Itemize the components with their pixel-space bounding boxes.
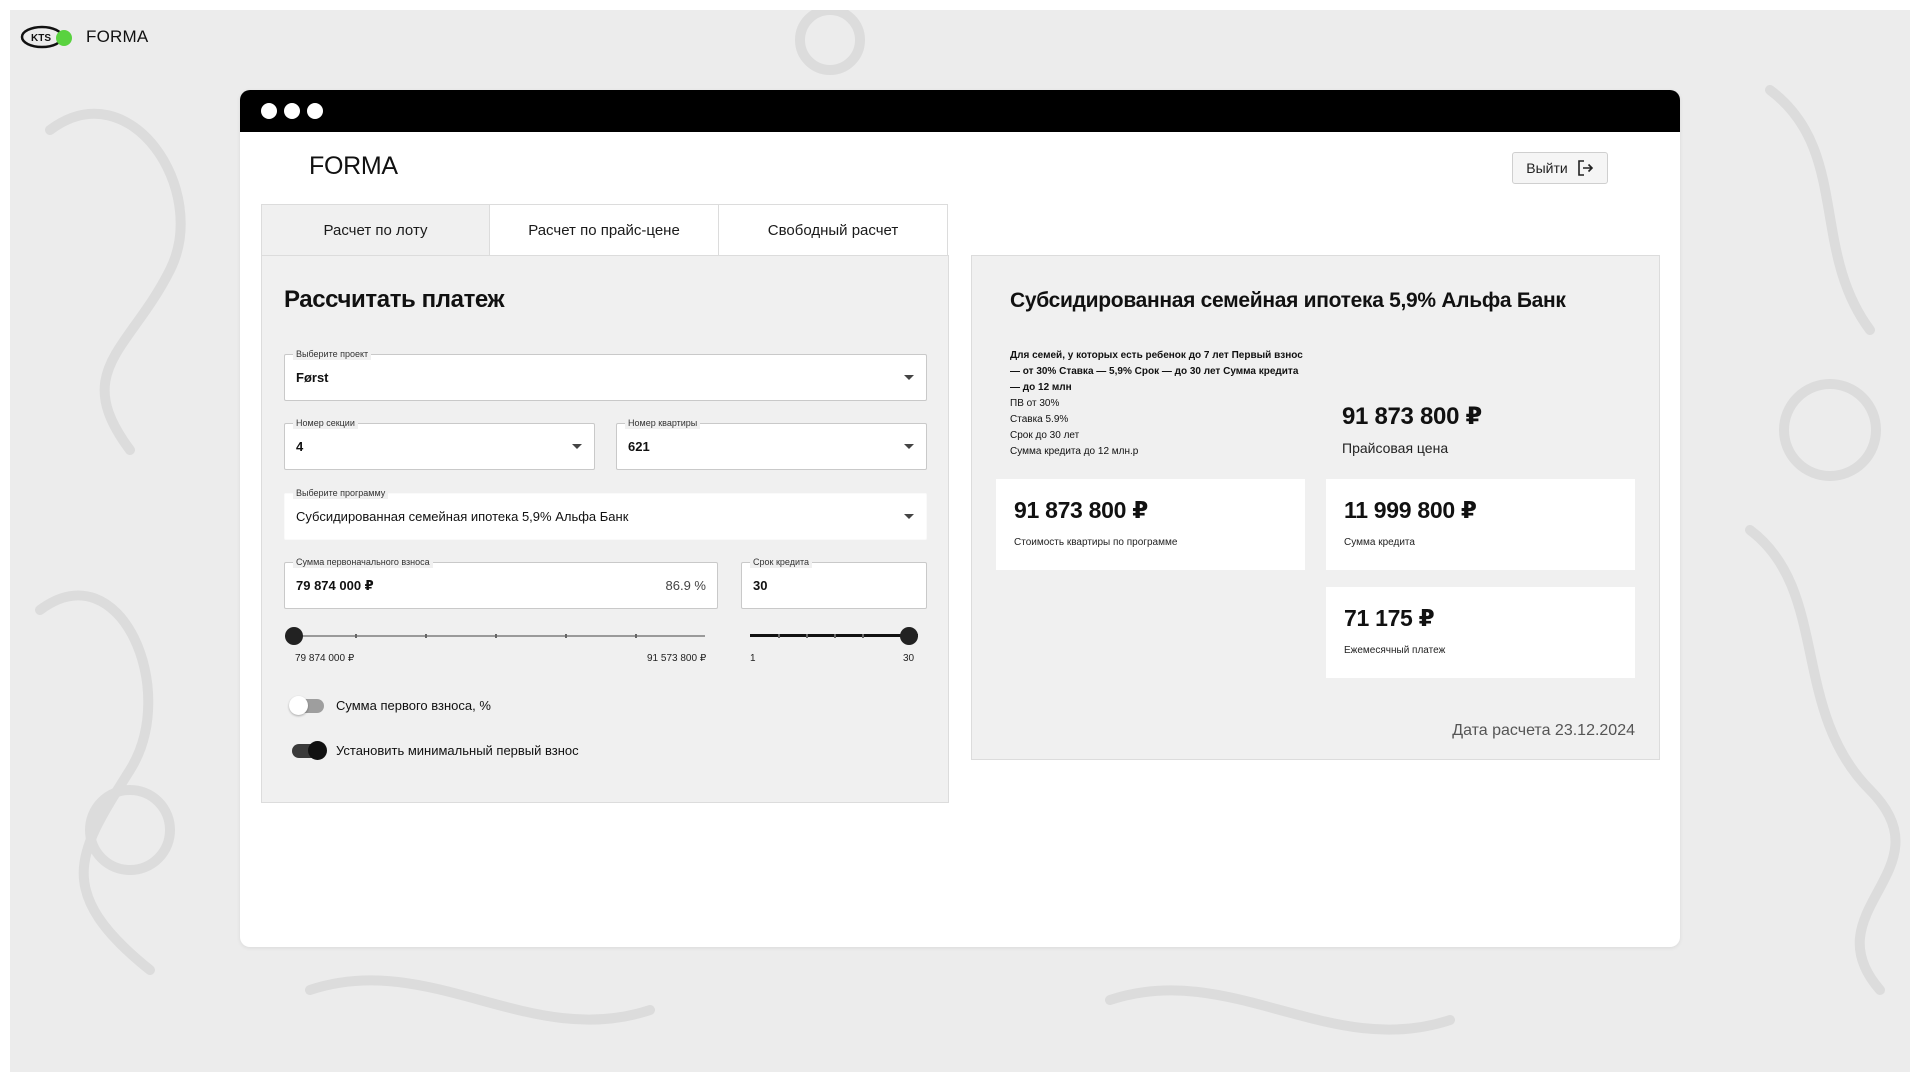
apartment-select[interactable]: Номер квартиры 621 bbox=[616, 417, 927, 470]
chevron-down-icon bbox=[904, 444, 914, 449]
program-condition: Срок до 30 лет bbox=[1010, 430, 1080, 441]
slider-tick bbox=[778, 634, 780, 638]
down-payment-value: 79 874 000 ₽ bbox=[296, 578, 374, 593]
slider-tick bbox=[635, 634, 637, 638]
apartment-legend: Номер квартиры bbox=[625, 417, 701, 429]
term-slider[interactable] bbox=[750, 626, 918, 646]
logout-button[interactable]: Выйти bbox=[1512, 152, 1608, 184]
percent-toggle-label: Сумма первого взноса, % bbox=[336, 698, 491, 713]
slider-tick bbox=[495, 634, 497, 638]
chevron-down-icon bbox=[904, 375, 914, 380]
card-label: Сумма кредита bbox=[1344, 537, 1415, 548]
section-select[interactable]: Номер секции 4 bbox=[284, 417, 595, 470]
slider-tick bbox=[862, 634, 864, 638]
program-condition: ПВ от 30% bbox=[1010, 398, 1060, 409]
tab-lot[interactable]: Расчет по лоту bbox=[261, 204, 490, 256]
logout-icon bbox=[1577, 160, 1593, 176]
section-value: 4 bbox=[296, 439, 304, 454]
toggle-percent-row: Сумма первого взноса, % bbox=[289, 695, 491, 715]
program-select[interactable]: Выберите программу Субсидированная семей… bbox=[284, 487, 927, 540]
term-value: 30 bbox=[753, 578, 768, 593]
window-dot-icon[interactable] bbox=[284, 103, 300, 119]
slider-tick bbox=[355, 634, 357, 638]
down-payment-percent: 86.9 % bbox=[665, 578, 706, 593]
slider-thumb[interactable] bbox=[900, 627, 918, 645]
program-description: Для семей, у которых есть ребенок до 7 л… bbox=[1010, 348, 1310, 460]
form-title: Рассчитать платеж bbox=[284, 286, 505, 313]
min-payment-toggle[interactable] bbox=[292, 740, 327, 760]
term-legend: Срок кредита bbox=[750, 556, 813, 568]
tab-price[interactable]: Расчет по прайс-цене bbox=[490, 204, 719, 256]
svg-text:KTS: KTS bbox=[31, 33, 51, 44]
down-payment-input[interactable]: Сумма первоначального взноса 79 874 000 … bbox=[284, 556, 718, 609]
app-window: FORMA Выйти Расчет по лоту Расчет по пра… bbox=[240, 90, 1680, 947]
project-legend: Выберите проект bbox=[293, 348, 372, 360]
project-value: Først bbox=[296, 370, 329, 385]
list-price-amount: 91 873 800 ₽ bbox=[1342, 403, 1482, 430]
min-payment-toggle-label: Установить минимальный первый взнос bbox=[336, 743, 579, 758]
percent-toggle[interactable] bbox=[289, 695, 324, 715]
slider-thumb[interactable] bbox=[285, 627, 303, 645]
program-value: Субсидированная семейная ипотека 5,9% Ал… bbox=[296, 509, 629, 524]
result-panel: Субсидированная семейная ипотека 5,9% Ал… bbox=[971, 255, 1660, 760]
program-description-bold: Для семей, у которых есть ребенок до 7 л… bbox=[1010, 350, 1303, 393]
apartment-cost-card: 91 873 800 ₽ Стоимость квартиры по прогр… bbox=[996, 479, 1305, 570]
monthly-payment-card: 71 175 ₽ Ежемесячный платеж bbox=[1326, 587, 1635, 678]
term-slider-max: 30 bbox=[903, 653, 915, 664]
program-legend: Выберите программу bbox=[293, 487, 389, 499]
kts-logo-icon: KTS bbox=[20, 25, 72, 49]
toggle-min-row: Установить минимальный первый взнос bbox=[292, 740, 579, 760]
down-payment-slider[interactable] bbox=[285, 626, 705, 646]
slider-tick bbox=[565, 634, 567, 638]
window-dot-icon[interactable] bbox=[307, 103, 323, 119]
toggle-knob bbox=[308, 740, 327, 760]
down-payment-legend: Сумма первоначального взноса bbox=[293, 556, 433, 568]
top-brand: KTS FORMA bbox=[20, 22, 148, 52]
tab-free[interactable]: Свободный расчет bbox=[719, 204, 948, 256]
slider-tick bbox=[834, 634, 836, 638]
logout-label: Выйти bbox=[1526, 160, 1568, 176]
card-label: Стоимость квартиры по программе bbox=[1014, 537, 1178, 548]
apartment-value: 621 bbox=[628, 439, 650, 454]
loan-amount-card: 11 999 800 ₽ Сумма кредита bbox=[1326, 479, 1635, 570]
list-price-label: Прайсовая цена bbox=[1342, 440, 1449, 456]
toggle-knob bbox=[289, 695, 308, 715]
app-logo: FORMA bbox=[309, 152, 398, 180]
term-slider-min: 1 bbox=[750, 653, 756, 664]
window-dot-icon[interactable] bbox=[261, 103, 277, 119]
chevron-down-icon bbox=[572, 444, 582, 449]
outer-brand-name: FORMA bbox=[86, 27, 149, 46]
down-slider-min: 79 874 000 ₽ bbox=[295, 653, 355, 664]
app-header: FORMA Выйти bbox=[240, 132, 1680, 204]
program-condition: Ставка 5.9% bbox=[1010, 414, 1069, 425]
calc-form: Рассчитать платеж Выберите проект Først … bbox=[261, 255, 949, 803]
slider-tick bbox=[425, 634, 427, 638]
calculation-date: Дата расчета 23.12.2024 bbox=[1452, 722, 1635, 739]
project-select[interactable]: Выберите проект Først bbox=[284, 348, 927, 401]
card-label: Ежемесячный платеж bbox=[1344, 645, 1446, 656]
slider-tick bbox=[806, 634, 808, 638]
program-condition: Сумма кредита до 12 млн.р bbox=[1010, 446, 1139, 457]
program-title: Субсидированная семейная ипотека 5,9% Ал… bbox=[1010, 289, 1566, 312]
down-slider-max: 91 573 800 ₽ bbox=[647, 653, 707, 664]
window-titlebar bbox=[240, 90, 1680, 132]
section-legend: Номер секции bbox=[293, 417, 358, 429]
card-amount: 91 873 800 ₽ bbox=[1014, 497, 1148, 523]
card-amount: 71 175 ₽ bbox=[1344, 605, 1435, 631]
chevron-down-icon bbox=[904, 514, 914, 519]
card-amount: 11 999 800 ₽ bbox=[1344, 497, 1477, 523]
term-input[interactable]: Срок кредита 30 bbox=[741, 556, 927, 609]
calc-tabs: Расчет по лоту Расчет по прайс-цене Своб… bbox=[261, 204, 948, 256]
